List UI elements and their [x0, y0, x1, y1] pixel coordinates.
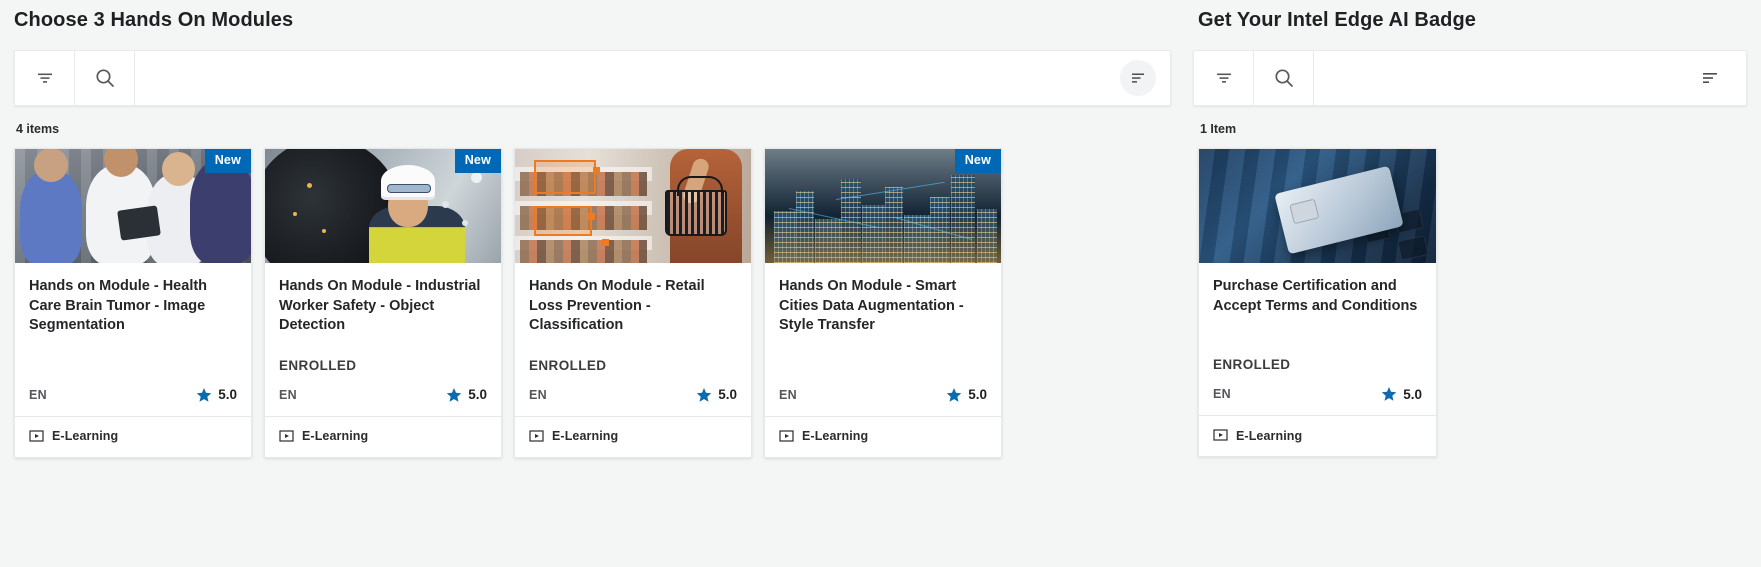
- sort-icon: [1703, 73, 1717, 83]
- card-thumbnail: New: [265, 149, 501, 263]
- card-language: EN: [279, 387, 297, 402]
- retail-illustration: [515, 149, 751, 263]
- card-rating-value: 5.0: [718, 387, 737, 402]
- card-footer: E-Learning: [765, 415, 1001, 457]
- new-badge: New: [204, 149, 251, 173]
- card-footer: E-Learning: [1199, 415, 1436, 456]
- right-item-count: 1 Item: [1200, 122, 1237, 136]
- card-rating: 5.0: [446, 387, 487, 403]
- card-footer: E-Learning: [515, 415, 751, 457]
- card-status: ENROLLED: [529, 357, 607, 373]
- card-thumbnail: New: [765, 149, 1001, 263]
- elearning-icon: [279, 429, 294, 442]
- card-rating: 5.0: [946, 387, 987, 403]
- card-rating-value: 5.0: [468, 387, 487, 402]
- card-language: EN: [529, 387, 547, 402]
- card-format: E-Learning: [52, 429, 119, 443]
- right-card-grid: Purchase Certification and Accept Terms …: [1193, 148, 1747, 457]
- card-format: E-Learning: [302, 429, 369, 443]
- card-rating: 5.0: [696, 387, 737, 403]
- elearning-icon: [1213, 429, 1228, 441]
- filter-icon: [37, 73, 52, 83]
- card-body: Hands On Module - Smart Cities Data Augm…: [765, 263, 1001, 416]
- course-card[interactable]: New Hands On Module - Smart Cities Data …: [764, 148, 1002, 458]
- card-language: EN: [29, 387, 47, 402]
- star-icon: [197, 387, 212, 402]
- card-title: Purchase Certification and Accept Terms …: [1213, 278, 1418, 314]
- sort-icon: [1132, 73, 1144, 83]
- left-panel: Choose 3 Hands On Modules 4 items New Ha…: [0, 0, 1185, 567]
- left-card-grid: New Hands on Module - Health Care Brain …: [14, 148, 1171, 458]
- sort-button[interactable]: [1120, 60, 1156, 96]
- card-format: E-Learning: [802, 429, 869, 443]
- card-rating: 5.0: [1381, 386, 1422, 402]
- elearning-icon: [779, 429, 794, 442]
- card-title: Hands On Module - Smart Cities Data Augm…: [779, 278, 964, 333]
- search-input[interactable]: [1314, 51, 1692, 105]
- elearning-icon: [29, 429, 44, 442]
- star-icon: [947, 387, 962, 402]
- star-icon: [1382, 387, 1397, 401]
- search-icon: [1274, 69, 1293, 87]
- search-button[interactable]: [75, 51, 135, 105]
- card-thumbnail: [1199, 149, 1436, 263]
- elearning-icon: [529, 429, 544, 442]
- card-meta: EN 5.0: [1213, 386, 1422, 415]
- certification-illustration: [1199, 149, 1436, 263]
- card-meta: EN 5.0: [779, 387, 987, 416]
- card-title: Hands On Module - Retail Loss Prevention…: [529, 278, 705, 333]
- card-format: E-Learning: [1236, 428, 1303, 443]
- card-meta: EN 5.0: [529, 387, 737, 416]
- star-icon: [697, 387, 712, 402]
- card-body: Hands on Module - Health Care Brain Tumo…: [15, 263, 251, 416]
- card-rating-value: 5.0: [1403, 386, 1422, 402]
- card-status: ENROLLED: [1213, 357, 1291, 372]
- card-thumbnail: [515, 149, 751, 263]
- course-card[interactable]: New Hands On Module - Industrial Worker …: [264, 148, 502, 458]
- card-footer: E-Learning: [15, 415, 251, 457]
- card-body: Hands On Module - Industrial Worker Safe…: [265, 263, 501, 416]
- search-button[interactable]: [1254, 51, 1314, 105]
- card-thumbnail: New: [15, 149, 251, 263]
- card-rating-value: 5.0: [968, 387, 987, 402]
- star-icon: [447, 387, 462, 402]
- filter-button[interactable]: [15, 51, 75, 105]
- left-panel-title: Choose 3 Hands On Modules: [14, 9, 294, 31]
- course-catalog-page: Choose 3 Hands On Modules 4 items New Ha…: [0, 0, 1761, 567]
- new-badge: New: [454, 149, 501, 173]
- new-badge: New: [954, 149, 1001, 173]
- card-language: EN: [779, 387, 797, 402]
- card-footer: E-Learning: [265, 415, 501, 457]
- card-rating: 5.0: [196, 387, 237, 403]
- card-body: Hands On Module - Retail Loss Prevention…: [515, 263, 751, 416]
- sort-button[interactable]: [1692, 60, 1728, 96]
- card-body: Purchase Certification and Accept Terms …: [1199, 263, 1436, 415]
- card-title: Hands On Module - Industrial Worker Safe…: [279, 278, 481, 333]
- card-format: E-Learning: [552, 429, 619, 443]
- card-status: ENROLLED: [279, 357, 357, 373]
- filter-icon: [1216, 73, 1231, 83]
- search-input[interactable]: [135, 51, 1120, 105]
- course-card[interactable]: Purchase Certification and Accept Terms …: [1198, 148, 1437, 457]
- card-meta: EN 5.0: [279, 387, 487, 416]
- right-panel-title: Get Your Intel Edge AI Badge: [1198, 9, 1477, 31]
- filter-button[interactable]: [1194, 51, 1254, 105]
- card-title: Hands on Module - Health Care Brain Tumo…: [29, 278, 208, 333]
- left-item-count: 4 items: [16, 122, 60, 136]
- course-card[interactable]: Hands On Module - Retail Loss Prevention…: [514, 148, 752, 458]
- course-card[interactable]: New Hands on Module - Health Care Brain …: [14, 148, 252, 458]
- left-toolbar: [14, 50, 1171, 106]
- right-panel: Get Your Intel Edge AI Badge 1 Item Purc…: [1185, 0, 1761, 567]
- card-rating-value: 5.0: [218, 387, 237, 402]
- card-language: EN: [1213, 387, 1231, 401]
- right-toolbar: [1193, 50, 1747, 106]
- card-meta: EN 5.0: [29, 387, 237, 416]
- search-icon: [95, 69, 114, 87]
